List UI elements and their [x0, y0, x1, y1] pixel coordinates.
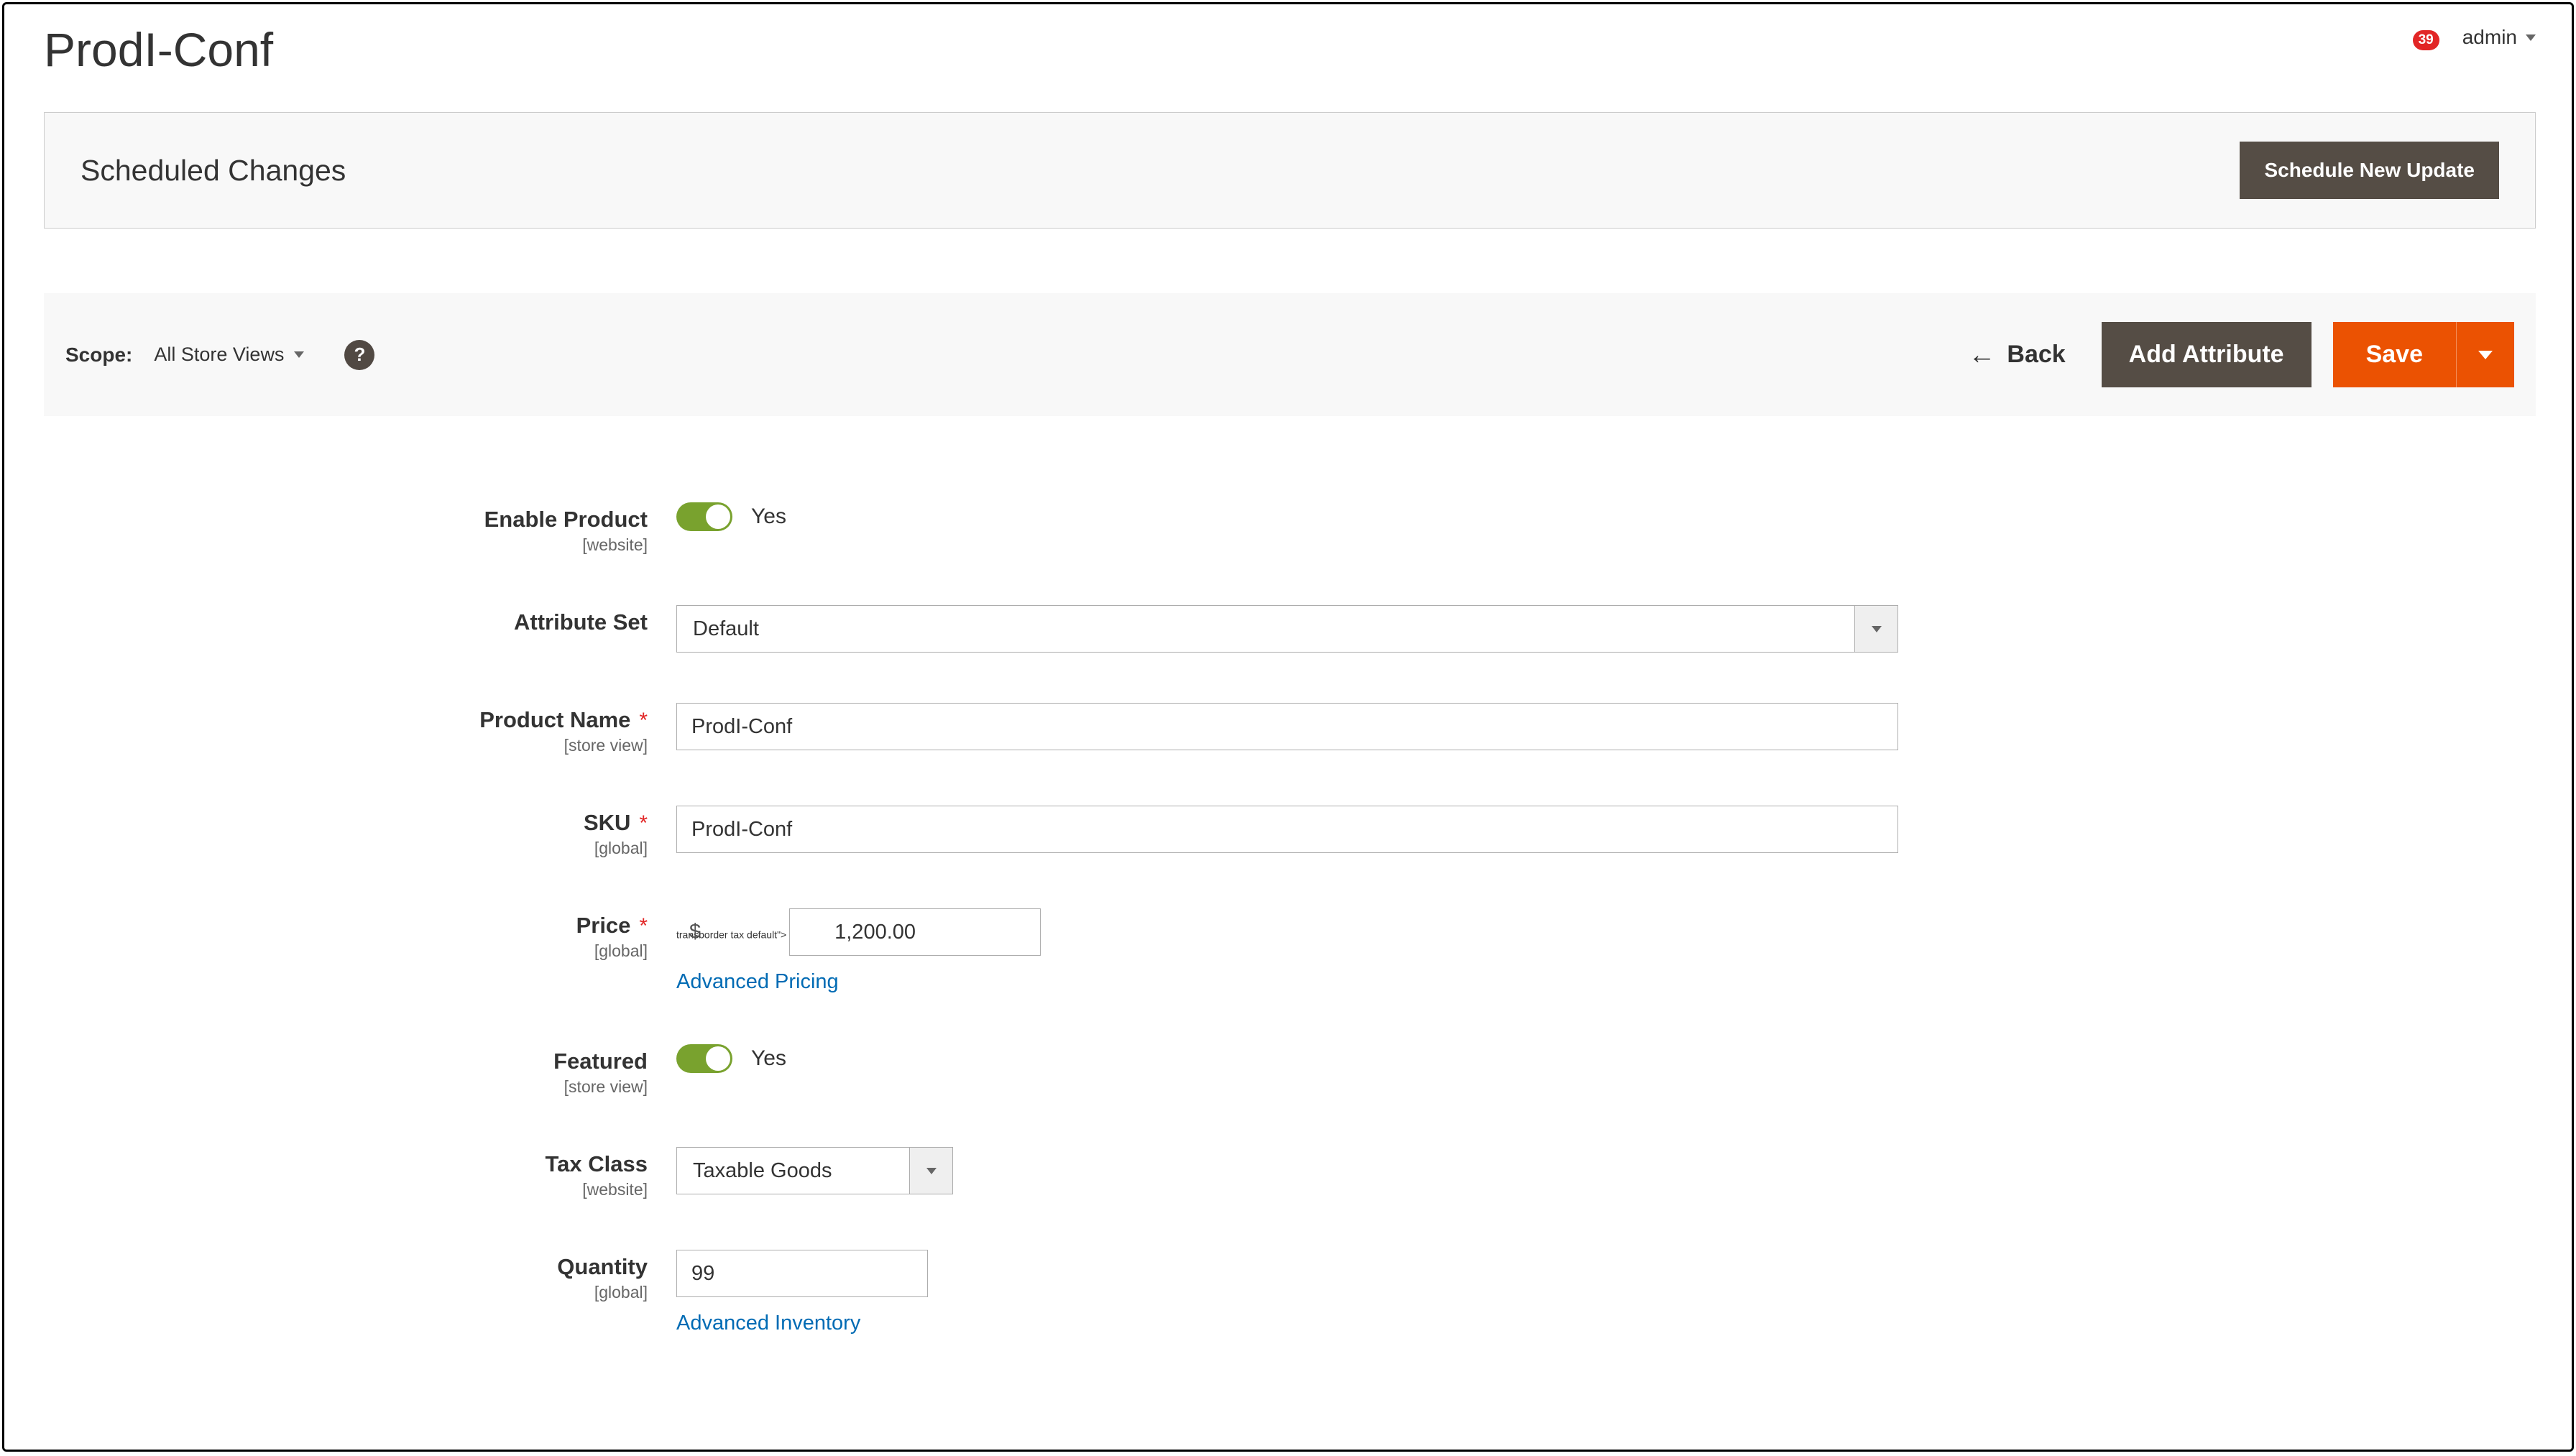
- top-bar-right: 39 admin: [2396, 26, 2536, 49]
- toggle-featured[interactable]: [676, 1044, 732, 1073]
- top-bar: ProdI-Conf 39 admin: [44, 4, 2536, 83]
- save-dropdown-button[interactable]: [2456, 322, 2514, 387]
- row-sku: SKU * [global]: [44, 806, 2536, 858]
- scope-sku: [global]: [44, 839, 648, 858]
- back-button[interactable]: ← Back: [1968, 341, 2065, 369]
- toggle-enable-product[interactable]: [676, 502, 732, 531]
- scope-price: [global]: [44, 941, 648, 961]
- row-featured: Featured [store view] Yes: [44, 1044, 2536, 1097]
- arrow-left-icon: ←: [1968, 341, 1995, 369]
- toggle-value-enable-product: Yes: [751, 504, 786, 529]
- notification-badge: 39: [2413, 30, 2439, 50]
- scheduled-changes-title: Scheduled Changes: [80, 154, 346, 188]
- row-price: Price * [global] transborder tax default…: [44, 908, 2536, 994]
- link-advanced-pricing[interactable]: Advanced Pricing: [676, 970, 839, 994]
- input-product-name[interactable]: [676, 703, 1898, 750]
- link-advanced-inventory[interactable]: Advanced Inventory: [676, 1312, 860, 1335]
- row-attribute-set: Attribute Set Default: [44, 605, 2536, 653]
- required-star: *: [639, 811, 648, 835]
- scope-select-value: All Store Views: [154, 344, 284, 366]
- select-attribute-set[interactable]: Default: [676, 605, 1898, 653]
- scope-enable-product: [website]: [44, 535, 648, 555]
- schedule-new-update-button[interactable]: Schedule New Update: [2240, 142, 2499, 199]
- scope-left: Scope: All Store Views ?: [65, 340, 374, 370]
- label-sku: SKU: [584, 810, 630, 835]
- currency-symbol: $: [689, 921, 701, 944]
- input-quantity[interactable]: [676, 1250, 928, 1297]
- required-star: *: [639, 709, 648, 732]
- label-featured: Featured: [44, 1049, 648, 1074]
- scope-select[interactable]: All Store Views: [154, 344, 304, 366]
- scope-featured: [store view]: [44, 1077, 648, 1097]
- select-attribute-set-caret[interactable]: [1855, 605, 1898, 653]
- input-sku[interactable]: [676, 806, 1898, 853]
- save-button[interactable]: Save: [2333, 322, 2456, 387]
- scheduled-changes-panel: Scheduled Changes Schedule New Update: [44, 112, 2536, 229]
- required-star: *: [639, 914, 648, 938]
- chevron-down-icon: [2526, 34, 2536, 41]
- row-enable-product: Enable Product [website] Yes: [44, 502, 2536, 555]
- chevron-down-icon: [2478, 351, 2493, 359]
- scope-product-name: [store view]: [44, 736, 648, 755]
- app-frame: ProdI-Conf 39 admin Scheduled Changes Sc…: [2, 2, 2574, 1452]
- chevron-down-icon: [1872, 626, 1882, 632]
- row-product-name: Product Name * [store view]: [44, 703, 2536, 755]
- user-menu[interactable]: admin: [2454, 26, 2536, 49]
- label-tax-class: Tax Class: [44, 1151, 648, 1177]
- input-price[interactable]: [789, 908, 1041, 956]
- row-quantity: Quantity [global] Advanced Inventory: [44, 1250, 2536, 1335]
- row-tax-class: Tax Class [website] Taxable Goods: [44, 1147, 2536, 1199]
- label-product-name: Product Name: [479, 707, 630, 732]
- chevron-down-icon: [926, 1168, 937, 1174]
- scope-right: ← Back Add Attribute Save: [1968, 322, 2514, 387]
- save-split-button: Save: [2333, 322, 2514, 387]
- scope-action-bar: Scope: All Store Views ? ← Back Add Attr…: [44, 293, 2536, 416]
- select-tax-class[interactable]: Taxable Goods: [676, 1147, 953, 1194]
- page-title: ProdI-Conf: [44, 26, 273, 73]
- add-attribute-button[interactable]: Add Attribute: [2102, 322, 2312, 387]
- label-attribute-set: Attribute Set: [44, 609, 648, 635]
- help-icon[interactable]: ?: [344, 340, 374, 370]
- chevron-down-icon: [294, 351, 304, 358]
- back-label: Back: [2007, 341, 2065, 369]
- select-attribute-set-value: Default: [676, 605, 1855, 653]
- label-quantity: Quantity: [44, 1254, 648, 1280]
- scope-label: Scope:: [65, 344, 132, 367]
- label-price: Price: [576, 913, 631, 938]
- scope-tax-class: [website]: [44, 1180, 648, 1199]
- label-enable-product: Enable Product: [44, 507, 648, 533]
- user-name: admin: [2462, 26, 2517, 49]
- product-form: Enable Product [website] Yes Attribute S…: [44, 502, 2536, 1335]
- toggle-value-featured: Yes: [751, 1046, 786, 1071]
- select-tax-class-value: Taxable Goods: [676, 1147, 910, 1194]
- select-tax-class-caret[interactable]: [910, 1147, 953, 1194]
- scope-quantity: [global]: [44, 1283, 648, 1302]
